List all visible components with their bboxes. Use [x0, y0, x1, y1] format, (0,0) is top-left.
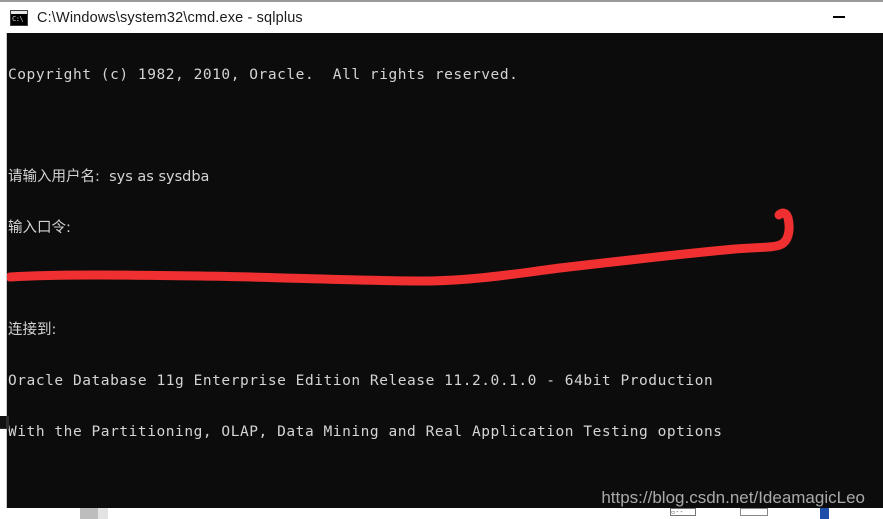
- taskbar-item[interactable]: [80, 508, 98, 519]
- left-edge-artifact-inner: [0, 416, 6, 428]
- window-left-edge-line: [6, 33, 7, 508]
- console-line-6: Oracle Database 11g Enterprise Edition R…: [8, 373, 714, 389]
- console-line-0: Copyright (c) 1982, 2010, Oracle. All ri…: [8, 67, 519, 83]
- cmd-icon: C:\: [10, 9, 28, 26]
- console-line-7: With the Partitioning, OLAP, Data Mining…: [8, 424, 723, 440]
- tray-icon-2[interactable]: [740, 508, 768, 516]
- taskbar-item-highlight[interactable]: [98, 508, 108, 519]
- window-title: C:\Windows\system32\cmd.exe - sqlplus: [37, 9, 303, 26]
- console-text: Copyright (c) 1982, 2010, Oracle. All ri…: [8, 33, 883, 508]
- watermark: https://blog.csdn.net/IdeamagicLeo: [601, 488, 865, 507]
- title-bar[interactable]: C:\ C:\Windows\system32\cmd.exe - sqlplu…: [0, 2, 883, 33]
- cmd-icon-titlestrip: [11, 10, 27, 14]
- console-line-4: [8, 271, 883, 288]
- window-left-edge: [0, 33, 7, 508]
- minimize-button[interactable]: [817, 2, 861, 32]
- console-output-area[interactable]: Copyright (c) 1982, 2010, Oracle. All ri…: [0, 33, 883, 508]
- cmd-icon-glyph: C:\: [12, 14, 24, 23]
- system-tray[interactable]: ▫--: [670, 508, 830, 519]
- tray-icon-3[interactable]: [820, 508, 829, 519]
- console-line-3: 输入口令:: [8, 220, 71, 236]
- minimize-icon: [833, 16, 845, 18]
- console-line-5: 连接到:: [8, 322, 57, 338]
- console-line-2: 请输入用户名: sys as sysdba: [8, 169, 210, 185]
- tray-icon-1[interactable]: ▫--: [670, 508, 696, 516]
- console-line-1: [8, 118, 883, 135]
- cmd-window: C:\ C:\Windows\system32\cmd.exe - sqlplu…: [0, 0, 883, 510]
